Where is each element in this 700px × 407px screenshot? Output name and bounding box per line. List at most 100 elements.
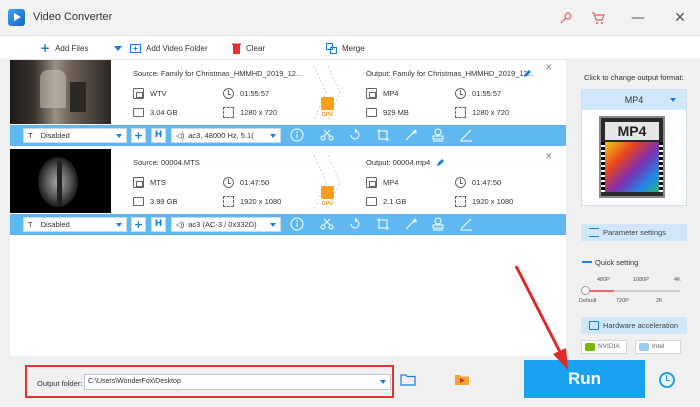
merge-button[interactable]: Merge: [326, 41, 365, 55]
clock-icon: [223, 88, 234, 99]
quick-setting-icon: [582, 261, 592, 263]
resolution-icon: [223, 196, 234, 207]
text-icon: T: [28, 220, 33, 229]
subtitle-edit-icon[interactable]: [459, 217, 473, 231]
clear-label: Clear: [246, 43, 266, 53]
key-icon[interactable]: [559, 11, 573, 25]
add-files-dropdown[interactable]: [114, 41, 122, 55]
source-size: 3.99 GB: [133, 196, 178, 206]
rotate-icon[interactable]: [348, 217, 362, 231]
chevron-down-icon: [270, 223, 276, 227]
close-button[interactable]: ✕: [670, 8, 690, 28]
hardware-acceleration-button[interactable]: Hardware acceleration: [581, 317, 687, 334]
edit-pencil-icon[interactable]: [523, 69, 532, 78]
source-format: WTV: [133, 88, 167, 99]
output-format: MP4: [366, 177, 398, 188]
add-subtitle-button[interactable]: +: [131, 128, 146, 143]
plus-icon: +: [40, 41, 51, 55]
folder-icon: [366, 108, 377, 117]
scissors-icon[interactable]: [320, 128, 334, 142]
output-folder-highlight: Output folder: C:\Users\WonderFox\Deskto…: [25, 365, 394, 398]
remove-item-icon[interactable]: ✕: [545, 152, 553, 162]
chevron-down-icon: [116, 134, 122, 138]
output-duration: 01:55:57: [455, 88, 501, 99]
clock-icon: [223, 177, 234, 188]
browse-folder-icon[interactable]: [400, 373, 416, 386]
format-icon: [133, 88, 144, 99]
source-duration: 01:47:50: [223, 177, 269, 188]
gpu-icon: [321, 97, 334, 110]
speaker-icon: ◁): [176, 131, 185, 140]
effects-wand-icon[interactable]: [404, 128, 418, 142]
folder-plus-icon: [130, 44, 141, 53]
format-icon: [366, 177, 377, 188]
add-files-button[interactable]: + Add Files: [40, 41, 88, 55]
quality-label: 720P: [616, 298, 629, 304]
effects-wand-icon[interactable]: [404, 217, 418, 231]
subtitle-select[interactable]: T Disabled: [23, 217, 127, 232]
watermark-stamp-icon[interactable]: [431, 217, 445, 231]
audio-track-select[interactable]: ◁) ac3 (AC-3 / 0x332D): [171, 217, 281, 232]
merge-label: Merge: [342, 43, 365, 53]
output-size: 2.1 GB: [366, 196, 406, 206]
subtitle-select[interactable]: T Disabled: [23, 128, 127, 143]
edit-pencil-icon[interactable]: [436, 158, 445, 167]
quality-label: 2K: [656, 298, 663, 304]
intel-toggle[interactable]: Intel: [635, 340, 681, 354]
output-resolution: 1280 x 720: [455, 107, 509, 118]
watermark-stamp-icon[interactable]: [431, 128, 445, 142]
parameter-settings-label: Parameter settings: [603, 228, 666, 237]
audio-track-select[interactable]: ◁) ac3, 48000 Hz, 5.1(: [171, 128, 281, 143]
info-icon[interactable]: [290, 217, 304, 231]
alarm-clock-icon[interactable]: [659, 372, 675, 388]
chevron-down-icon: [380, 380, 386, 384]
source-resolution: 1920 x 1080: [223, 196, 281, 207]
folder-icon: [133, 197, 144, 206]
add-subtitle-button[interactable]: +: [131, 217, 146, 232]
open-output-folder-icon[interactable]: [454, 373, 470, 386]
info-icon[interactable]: [290, 128, 304, 142]
video-thumbnail[interactable]: [10, 60, 111, 124]
source-filename: Source: Family for Christmas_HMMHD_2019_…: [133, 69, 303, 78]
quality-slider[interactable]: [584, 290, 680, 292]
output-format-selector[interactable]: MP4 MP4: [581, 89, 687, 206]
rotate-icon[interactable]: [348, 128, 362, 142]
file-item[interactable]: Source: 00004.MTS MTS 01:47:50 3.99 GB 1…: [10, 149, 566, 237]
add-video-folder-label: Add Video Folder: [146, 43, 208, 53]
add-files-label: Add Files: [55, 43, 89, 53]
file-item[interactable]: Source: Family for Christmas_HMMHD_2019_…: [10, 60, 566, 148]
scissors-icon[interactable]: [320, 217, 334, 231]
mp4-format-icon: MP4: [599, 116, 665, 198]
run-button[interactable]: Run: [524, 360, 645, 398]
quality-label: Default: [579, 298, 597, 304]
hevc-button[interactable]: H: [151, 217, 166, 232]
output-format-panel: Click to change output format: MP4 MP4 P…: [573, 60, 700, 356]
parameter-settings-button[interactable]: Parameter settings: [581, 224, 687, 241]
video-thumbnail[interactable]: [10, 149, 111, 213]
clock-icon: [455, 177, 466, 188]
output-size: 929 MB: [366, 107, 409, 117]
nvidia-logo-icon: [585, 343, 595, 351]
intel-logo-icon: [639, 343, 649, 351]
change-format-label: Click to change output format:: [584, 73, 684, 82]
cart-icon[interactable]: [591, 11, 605, 25]
output-filename: Output: Family for Christmas_HMMHD_2019_…: [366, 69, 533, 78]
file-list: Source: Family for Christmas_HMMHD_2019_…: [10, 60, 566, 356]
output-duration: 01:47:50: [455, 177, 501, 188]
crop-icon[interactable]: [376, 217, 390, 231]
quality-slider-handle[interactable]: [581, 286, 590, 295]
chip-icon: [589, 321, 599, 330]
clear-button[interactable]: Clear: [232, 41, 265, 55]
crop-icon[interactable]: [376, 128, 390, 142]
minimize-button[interactable]: —: [628, 8, 648, 28]
chevron-down-icon: [116, 223, 122, 227]
nvidia-toggle[interactable]: NVIDIA: [581, 340, 627, 354]
add-video-folder-button[interactable]: Add Video Folder: [130, 41, 208, 55]
folder-icon: [366, 197, 377, 206]
output-filename: Output: 00004.mp4: [366, 158, 431, 167]
output-folder-input[interactable]: C:\Users\WonderFox\Desktop: [84, 374, 391, 390]
hevc-button[interactable]: H: [151, 128, 166, 143]
subtitle-edit-icon[interactable]: [459, 128, 473, 142]
remove-item-icon[interactable]: ✕: [545, 63, 553, 73]
edit-toolbar: T Disabled + H ◁) ac3 (AC-3 / 0x332D): [10, 214, 566, 235]
